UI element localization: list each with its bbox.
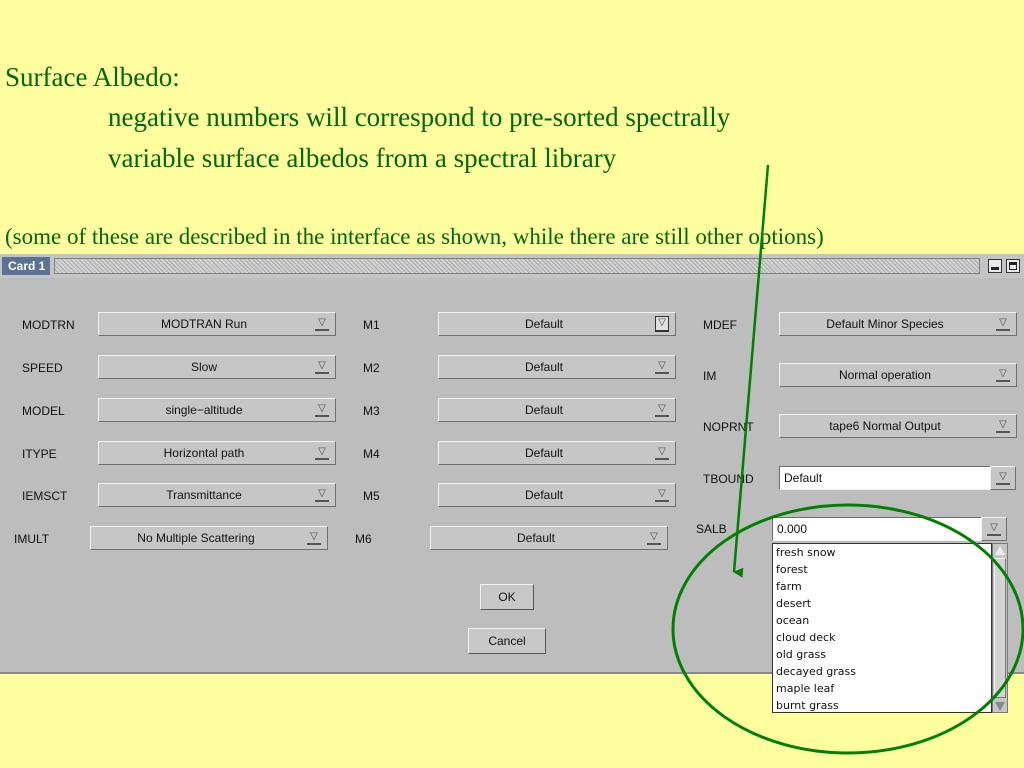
m2-value: Default [524,360,564,374]
mdef-value: Default Minor Species [826,317,944,331]
model-value: single−altitude [165,403,243,417]
iemsct-value: Transmittance [166,488,242,502]
slide-note: (some of these are described in the inte… [5,224,824,249]
dropdown-arrow-icon[interactable]: ▽ [655,316,669,332]
slide-title: Surface Albedo: [5,62,180,92]
iemsct-dropdown[interactable]: Transmittance ▽ [98,483,336,507]
minimize-icon[interactable] [988,259,1002,273]
ok-button[interactable]: OK [480,584,534,610]
tbound-value[interactable]: Default [784,467,822,489]
dropdown-arrow-icon[interactable]: ▽ [307,531,321,545]
modtrn-dropdown[interactable]: MODTRAN Run ▽ [98,312,336,336]
speed-value: Slow [190,360,217,374]
m1-value: Default [524,317,564,331]
cancel-button[interactable]: Cancel [468,628,546,654]
list-item[interactable]: burnt grass [773,697,991,712]
list-item[interactable]: cloud deck [773,629,991,646]
dropdown-arrow-icon[interactable]: ▽ [655,360,669,374]
slide-line-2: variable surface albedos from a spectral… [108,143,617,173]
noprnt-dropdown[interactable]: tape6 Normal Output ▽ [779,414,1017,438]
speed-dropdown[interactable]: Slow ▽ [98,355,336,379]
m6-dropdown[interactable]: Default ▽ [430,526,668,550]
dropdown-arrow-icon[interactable]: ▽ [996,419,1010,433]
m6-value: Default [516,531,556,545]
salb-scrollbar[interactable] [992,543,1008,713]
list-item[interactable]: farm [773,578,991,595]
dropdown-arrow-icon[interactable]: ▽ [996,368,1010,382]
slide-line-1: negative numbers will correspond to pre-… [108,102,731,132]
m4-value: Default [524,446,564,460]
imult-dropdown[interactable]: No Multiple Scattering ▽ [90,526,328,550]
dropdown-arrow-icon[interactable]: ▽ [315,403,329,417]
model-dropdown[interactable]: single−altitude ▽ [98,398,336,422]
mdef-label: MDEF [703,318,737,332]
m2-label: M2 [363,361,380,375]
dropdown-arrow-icon[interactable]: ▽ [315,317,329,331]
modtrn-value: MODTRAN Run [160,317,247,331]
dropdown-arrow-icon[interactable]: ▽ [315,488,329,502]
list-item[interactable]: old grass [773,646,991,663]
imult-value: No Multiple Scattering [137,531,255,545]
m3-dropdown[interactable]: Default ▽ [438,398,676,422]
window-titlebar[interactable]: Card 1 [0,254,1024,278]
list-item[interactable]: decayed grass [773,663,991,680]
noprnt-label: NOPRNT [703,420,754,434]
dropdown-arrow-icon[interactable]: ▽ [315,360,329,374]
dropdown-arrow-icon[interactable]: ▽ [655,446,669,460]
dropdown-arrow-icon[interactable]: ▽ [996,317,1010,331]
m4-label: M4 [363,447,380,461]
m1-dropdown[interactable]: Default ▽ [438,312,676,336]
titlebar-fill [54,258,980,274]
iemsct-label: IEMSCT [22,489,68,503]
noprnt-value: tape6 Normal Output [829,419,941,433]
list-item[interactable]: ocean [773,612,991,629]
list-item[interactable]: desert [773,595,991,612]
dropdown-arrow-icon[interactable]: ▽ [655,403,669,417]
dropdown-arrow-icon[interactable]: ▽ [315,446,329,460]
list-item[interactable]: maple leaf [773,680,991,697]
itype-dropdown[interactable]: Horizontal path ▽ [98,441,336,465]
itype-value: Horizontal path [163,446,245,460]
m6-label: M6 [355,532,372,546]
im-value: Normal operation [838,368,932,382]
itype-label: ITYPE [22,447,57,461]
dropdown-arrow-icon[interactable]: ▽ [655,488,669,502]
salb-combobox[interactable]: 0.000 ▽ [772,517,1007,541]
m5-label: M5 [363,489,380,503]
salb-options-list[interactable]: fresh snow forest farm desert ocean clou… [772,543,992,713]
salb-label: SALB [696,522,727,536]
m2-dropdown[interactable]: Default ▽ [438,355,676,379]
scroll-thumb[interactable] [994,558,1006,698]
dropdown-arrow-icon: ▽ [987,522,1001,536]
m5-value: Default [524,488,564,502]
scroll-down-arrow-icon[interactable] [995,702,1005,711]
m4-dropdown[interactable]: Default ▽ [438,441,676,465]
list-item[interactable]: forest [773,561,991,578]
im-label: IM [703,369,717,383]
m3-label: M3 [363,404,380,418]
model-label: MODEL [22,404,65,418]
maximize-icon[interactable] [1006,259,1020,273]
dropdown-arrow-icon[interactable]: ▽ [647,531,661,545]
dropdown-arrow-icon: ▽ [996,471,1010,485]
salb-value[interactable]: 0.000 [777,518,807,540]
tbound-label: TBOUND [703,472,754,486]
mdef-dropdown[interactable]: Default Minor Species ▽ [779,312,1017,336]
scroll-up-arrow-icon[interactable] [995,546,1005,555]
list-item[interactable]: fresh snow [773,544,991,561]
modtrn-label: MODTRN [22,318,75,332]
speed-label: SPEED [22,361,63,375]
tbound-combobox[interactable]: Default ▽ [779,466,1016,490]
window-title: Card 1 [2,257,50,275]
m3-value: Default [524,403,564,417]
tbound-arrow-button[interactable]: ▽ [990,466,1016,490]
im-dropdown[interactable]: Normal operation ▽ [779,363,1017,387]
salb-arrow-button[interactable]: ▽ [981,517,1007,541]
m1-label: M1 [363,318,380,332]
imult-label: IMULT [14,532,50,546]
m5-dropdown[interactable]: Default ▽ [438,483,676,507]
